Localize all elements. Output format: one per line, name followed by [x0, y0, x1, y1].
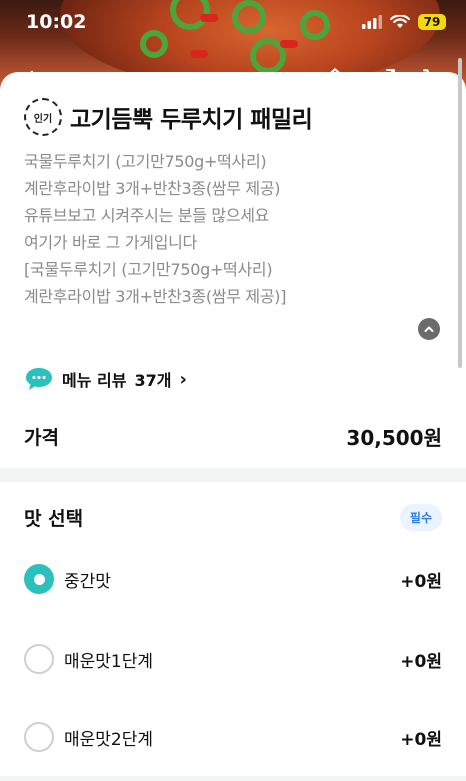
description-line: 국물두루치기 (고기만750g+떡사리)	[24, 152, 267, 171]
home-icon	[324, 68, 346, 90]
option-name: 매운맛2단계	[64, 729, 154, 750]
description-line: 계란후라이밥 3개+반찬3종(쌈무 제공)	[24, 179, 281, 198]
radio-button[interactable]	[24, 644, 54, 674]
menu-detail-sheet: 인기 고기듬뿍 두루치기 패밀리 국물두루치기 (고기만750g+떡사리) 계란…	[0, 72, 466, 781]
share-button[interactable]	[370, 64, 400, 94]
description-line: 계란후라이밥 3개+반찬3종(쌈무 제공)]	[24, 287, 287, 306]
option-left: 매운맛1단계	[24, 644, 153, 674]
top-nav	[0, 64, 466, 100]
option-price: +0원	[400, 651, 442, 672]
battery-indicator: 79	[418, 14, 446, 30]
price-row: 가격 30,500원	[24, 422, 442, 451]
option-group-header: 맛 선택 필수	[24, 504, 442, 531]
speech-bubble-icon	[26, 368, 52, 390]
chevron-up-icon	[424, 326, 434, 332]
radio-button[interactable]	[24, 722, 54, 752]
back-button[interactable]	[18, 64, 48, 94]
share-icon	[375, 69, 395, 89]
review-count: 37개	[134, 371, 172, 390]
option-left: 중간맛	[24, 564, 111, 594]
signal-icon	[362, 15, 382, 29]
status-bar: 10:02 79	[0, 0, 466, 44]
popular-badge-label: 인기	[33, 113, 53, 125]
price-value: 30,500원	[346, 426, 442, 450]
description-line: 유튜브보고 시켜주시는 분들 많으세요	[24, 206, 270, 225]
cart-button[interactable]	[420, 64, 450, 94]
option-item-spicy-2[interactable]: 매운맛2단계 +0원	[24, 722, 442, 752]
home-button[interactable]	[320, 64, 350, 94]
radio-button-selected[interactable]	[24, 564, 54, 594]
chevron-right-icon: ›	[179, 368, 187, 390]
option-item-medium[interactable]: 중간맛 +0원	[24, 564, 442, 594]
wifi-icon	[390, 15, 410, 28]
section-divider	[0, 468, 466, 482]
description-line: [국물두루치기 (고기만750g+떡사리)	[24, 260, 273, 279]
status-icons: 79	[362, 14, 446, 30]
option-name: 중간맛	[64, 571, 111, 592]
bottom-divider	[0, 776, 466, 781]
price-label: 가격	[24, 427, 59, 449]
option-price: +0원	[400, 571, 442, 592]
collapse-description-button[interactable]	[418, 318, 440, 340]
menu-title-row: 인기 고기듬뿍 두루치기 패밀리	[24, 98, 313, 136]
description-line: 여기가 바로 그 가게입니다	[24, 233, 197, 252]
required-badge: 필수	[399, 504, 442, 531]
option-price: +0원	[400, 729, 442, 750]
option-item-spicy-1[interactable]: 매운맛1단계 +0원	[24, 644, 442, 674]
scrollbar[interactable]	[458, 58, 462, 368]
cart-icon	[423, 69, 446, 89]
menu-description: 국물두루치기 (고기만750g+떡사리) 계란후라이밥 3개+반찬3종(쌈무 제…	[24, 148, 424, 310]
option-name: 매운맛1단계	[64, 651, 154, 672]
option-group-title: 맛 선택	[24, 508, 84, 530]
menu-title: 고기듬뿍 두루치기 패밀리	[70, 107, 313, 133]
status-time: 10:02	[26, 11, 87, 33]
menu-review-link[interactable]: 메뉴 리뷰 37개 ›	[24, 366, 187, 392]
option-left: 매운맛2단계	[24, 722, 153, 752]
review-label: 메뉴 리뷰	[62, 371, 127, 390]
popular-badge: 인기	[24, 98, 62, 136]
arrow-left-icon	[23, 70, 43, 88]
